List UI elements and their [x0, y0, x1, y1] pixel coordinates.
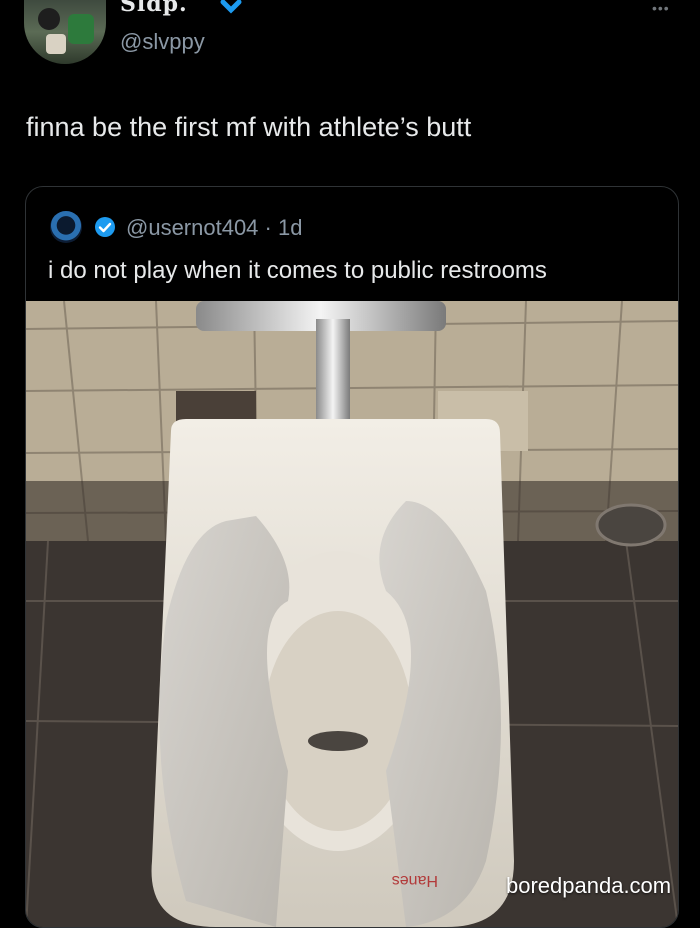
avatar-shape	[38, 8, 60, 30]
more-icon[interactable]: •••	[652, 0, 670, 16]
avatar-shape	[68, 14, 94, 44]
avatar-shape	[46, 34, 66, 54]
quoted-tweet-text: i do not play when it comes to public re…	[48, 257, 547, 284]
quoted-author-handle-and-time[interactable]: @usernot404 · 1d	[126, 215, 302, 241]
quoted-author-avatar[interactable]	[50, 211, 82, 243]
author-display-name[interactable]: Sldp.	[120, 0, 188, 17]
tweet-text: finna be the first mf with athlete’s but…	[26, 112, 472, 142]
quoted-tweet[interactable]: @usernot404 · 1d i do not play when it c…	[25, 186, 679, 928]
toilet-photo[interactable]: Hanes	[26, 301, 678, 927]
author-handle[interactable]: @slvppy	[120, 29, 205, 55]
author-avatar[interactable]	[24, 0, 106, 64]
watermark: boredpanda.com	[506, 873, 672, 898]
sock-brand-label: Hanes	[392, 872, 438, 889]
verified-badge-icon	[95, 217, 115, 237]
verified-badge-icon	[220, 0, 242, 14]
tweet-header: Sldp. @slvppy •••	[0, 0, 700, 90]
